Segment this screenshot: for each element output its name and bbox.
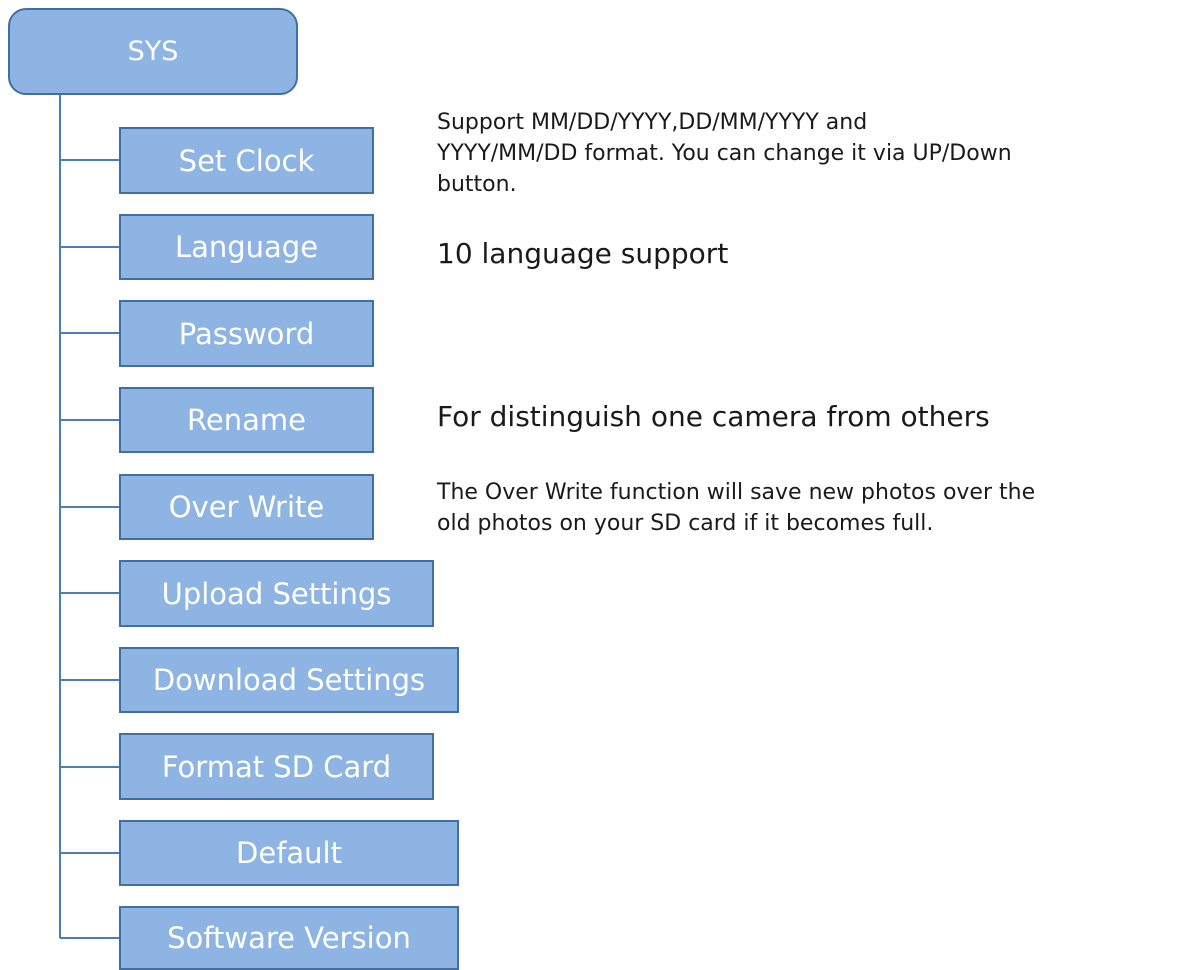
note-line: YYYY/MM/DD format. You can change it via… [437,141,1012,166]
menu-item-label: Default [236,836,342,870]
menu-item-download-settings[interactable]: Download Settings [119,647,459,713]
note-line: old photos on your SD card if it becomes… [437,511,934,536]
menu-item-label: Format SD Card [161,749,392,784]
note-rename: For distinguish one camera from others [437,400,990,433]
menu-item-label: Rename [187,403,306,437]
sys-root-label: SYS [127,36,179,67]
menu-item-label: Software Version [167,921,411,955]
note-line: The Over Write function will save new ph… [437,480,1036,505]
menu-item-label: Upload Settings [161,576,392,611]
menu-item-label: Language [174,230,319,264]
menu-item-over-write[interactable]: Over Write [119,474,374,540]
menu-item-rename[interactable]: Rename [119,387,374,453]
menu-item-upload-settings[interactable]: Upload Settings [119,560,434,627]
note-line: Support MM/DD/YYYY,DD/MM/YYYY and [437,110,868,135]
menu-item-default[interactable]: Default [119,820,459,886]
note-language: 10 language support [437,237,729,270]
menu-item-label: Password [178,316,315,351]
sys-root-node[interactable]: SYS [8,8,298,95]
menu-item-set-clock[interactable]: Set Clock [119,127,374,194]
menu-item-label: Over Write [168,490,325,524]
menu-item-label: Set Clock [178,143,315,178]
note-line: button. [437,172,517,197]
note-set-clock: Support MM/DD/YYYY,DD/MM/YYYY and YYYY/M… [437,107,1012,200]
menu-item-software-version[interactable]: Software Version [119,906,459,970]
menu-item-format-sd-card[interactable]: Format SD Card [119,733,434,800]
menu-item-language[interactable]: Language [119,214,374,280]
menu-item-label: Download Settings [152,663,426,697]
menu-item-password[interactable]: Password [119,300,374,367]
note-over-write: The Over Write function will save new ph… [437,477,1035,539]
sys-menu-diagram: SYS Set Clock Language Password Rename O… [0,0,1199,970]
